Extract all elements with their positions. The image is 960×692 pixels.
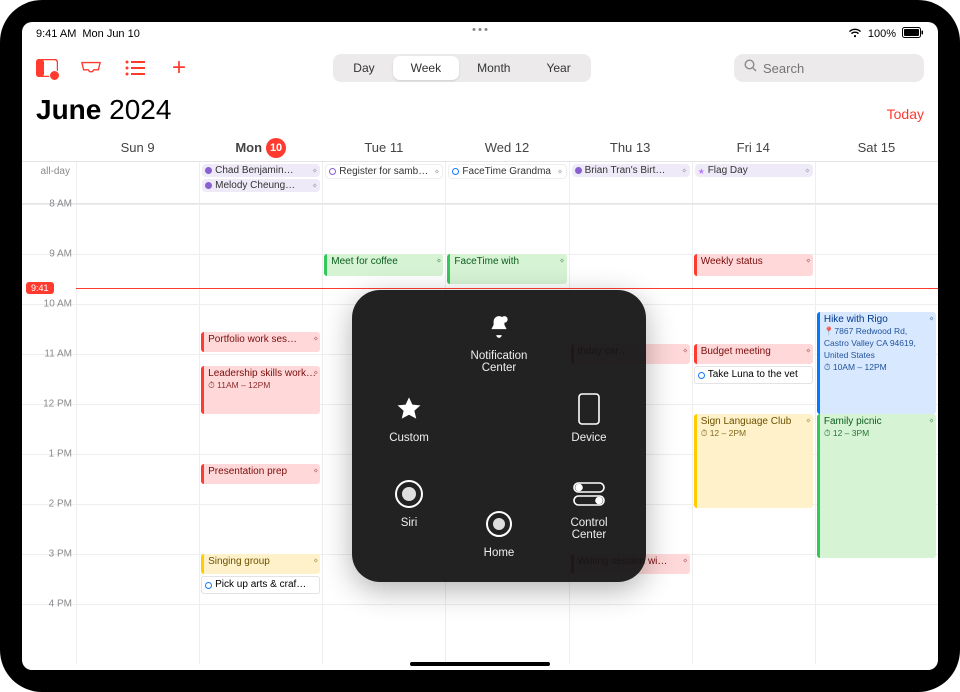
calendar-event[interactable]: Pick up arts & craf… [201,576,320,594]
assist-star[interactable]: Custom [364,390,454,444]
home-indicator[interactable] [410,662,550,666]
hour-label: 3 PM [49,549,72,560]
allday-event[interactable]: ★Flag Day⋄ [695,164,813,177]
calendar-event[interactable]: Leadership skills workshop⏱ 11AM – 12PM⋄ [201,366,320,414]
allday-cell[interactable] [815,162,938,203]
day-header[interactable]: Wed 12 [445,134,568,161]
day-header-row: Sun 9Mon 10Tue 11Wed 12Thu 13Fri 14Sat 1… [22,134,938,162]
bell-icon [454,308,544,346]
allday-cell[interactable] [76,162,199,203]
calendar-sidebar-button[interactable] [36,57,58,79]
day-column[interactable]: Hike with Rigo📍7867 Redwood Rd, Castro V… [815,204,938,664]
current-time-indicator: 9:41 [26,282,54,294]
day-header[interactable]: Sun 9 [76,134,199,161]
calendar-event[interactable]: Sign Language Club⏱ 12 – 2PM⋄ [694,414,813,508]
calendar-event[interactable]: Weekly status⋄ [694,254,813,276]
allday-event[interactable]: Brian Tran's Birt…⋄ [572,164,690,177]
allday-cell[interactable]: Register for samb…⋄ [322,162,445,203]
allday-cell[interactable]: FaceTime Grandma⋄ [445,162,568,203]
ipad-frame: 9:41 AM Mon Jun 10 100% + [0,0,960,692]
status-date: Mon Jun 10 [82,28,139,40]
multitask-dots[interactable] [473,28,488,31]
calendar-event[interactable]: FaceTime with⋄ [447,254,566,284]
allday-cell[interactable]: Chad Benjamin…⋄ Melody Cheung…⋄ [199,162,322,203]
allday-event[interactable]: Chad Benjamin…⋄ [202,164,320,177]
view-tab-month[interactable]: Month [459,56,528,80]
allday-event[interactable]: Register for samb…⋄ [325,164,443,179]
month-header: June 2024 Today [36,94,924,126]
search-icon [744,59,757,77]
calendar-event[interactable]: Hike with Rigo📍7867 Redwood Rd, Castro V… [817,312,936,414]
search-field[interactable] [734,54,924,82]
allday-event[interactable]: FaceTime Grandma⋄ [448,164,566,179]
allday-label: all-day [22,162,76,203]
calendar-event[interactable]: Singing group⋄ [201,554,320,574]
calendar-event[interactable]: Meet for coffee⋄ [324,254,443,276]
hour-label: 4 PM [49,599,72,610]
screen: 9:41 AM Mon Jun 10 100% + [22,22,938,670]
view-tab-day[interactable]: Day [335,56,392,80]
day-column[interactable]: Portfolio work ses…⋄ Leadership skills wo… [199,204,322,664]
day-header[interactable]: Sat 15 [815,134,938,161]
status-bar: 9:41 AM Mon Jun 10 100% [22,22,938,46]
calendar-event[interactable]: Presentation prep⋄ [201,464,320,484]
assistivetouch-menu[interactable]: NotificationCenterCustom Device Siri Contro… [352,290,646,582]
assist-device[interactable]: Device [544,390,634,444]
day-column[interactable]: Weekly status⋄ Budget meeting⋄ Take Luna t… [692,204,815,664]
toggle-icon [544,475,634,513]
battery-icon [902,27,924,41]
day-header[interactable]: Tue 11 [322,134,445,161]
hour-label: 2 PM [49,499,72,510]
view-tab-week[interactable]: Week [393,56,459,80]
month-title: June 2024 [36,94,171,126]
inbox-button[interactable] [80,57,102,79]
assist-toggle[interactable]: ControlCenter [544,475,634,541]
toolbar: + DayWeekMonthYear [22,48,938,88]
siri-icon [364,475,454,513]
view-tab-year[interactable]: Year [528,56,588,80]
assist-siri[interactable]: Siri [364,475,454,529]
allday-row: all-day Chad Benjamin…⋄ Melody Cheung…⋄ Re… [22,162,938,204]
assist-home[interactable]: Home [454,505,544,559]
hour-label: 9 AM [49,249,72,260]
calendar-event[interactable]: Take Luna to the vet [694,366,813,384]
hour-label: 8 AM [49,199,72,210]
list-button[interactable] [124,57,146,79]
search-input[interactable] [763,61,938,76]
today-button[interactable]: Today [887,106,924,122]
assist-bell[interactable]: NotificationCenter [454,308,544,374]
device-icon [544,390,634,428]
calendar-event[interactable]: Portfolio work ses…⋄ [201,332,320,352]
day-header[interactable]: Mon 10 [199,134,322,161]
hour-label: 12 PM [43,399,72,410]
allday-event[interactable]: Melody Cheung…⋄ [202,179,320,192]
battery-text: 100% [868,28,896,40]
hour-label: 11 AM [44,349,72,360]
allday-cell[interactable]: ★Flag Day⋄ [692,162,815,203]
home-icon [454,505,544,543]
hour-label: 1 PM [49,449,72,460]
wifi-icon [848,28,862,41]
day-header[interactable]: Thu 13 [569,134,692,161]
day-header[interactable]: Fri 14 [692,134,815,161]
calendar-event[interactable]: Family picnic⏱ 12 – 3PM⋄ [817,414,936,558]
add-event-button[interactable]: + [168,57,190,79]
status-time: 9:41 AM [36,28,76,40]
calendar-event[interactable]: Budget meeting⋄ [694,344,813,364]
allday-cell[interactable]: Brian Tran's Birt…⋄ [569,162,692,203]
view-segmented-control[interactable]: DayWeekMonthYear [333,54,590,82]
hour-label: 10 AM [44,299,72,310]
day-column[interactable] [76,204,199,664]
star-icon [364,390,454,428]
